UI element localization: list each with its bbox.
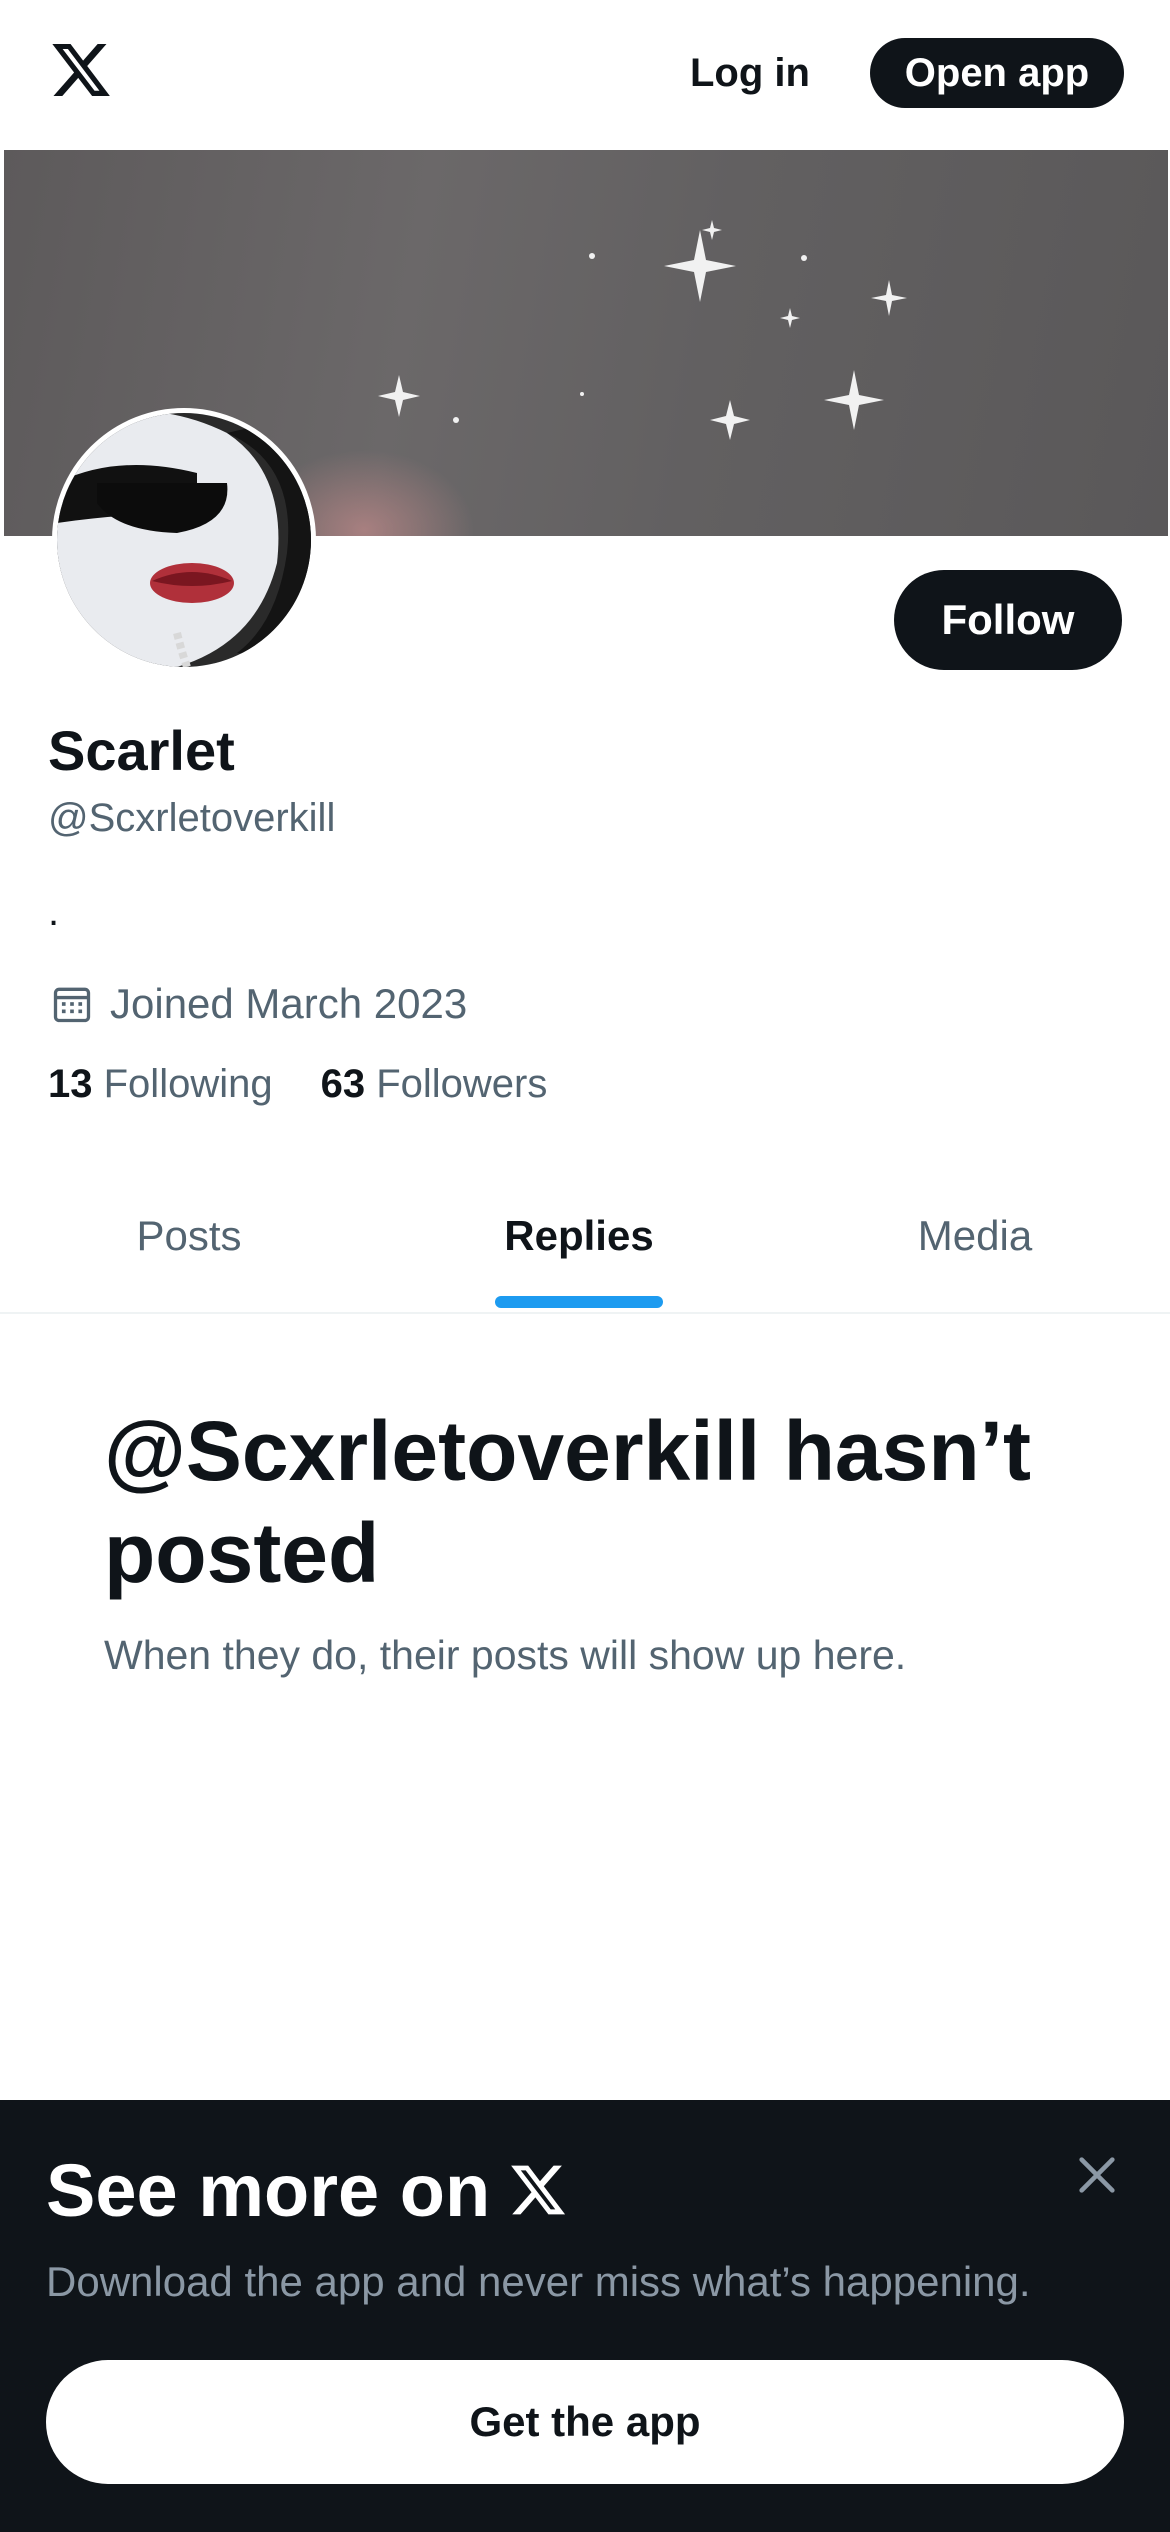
calendar-icon [53, 987, 91, 1023]
profile-handle: @Scxrletoverkill [48, 796, 336, 840]
avatar-image [57, 413, 311, 667]
x-logo-icon[interactable] [48, 38, 114, 102]
sheet-title-text: See more on [46, 2148, 491, 2232]
empty-state-subtitle: When they do, their posts will show up h… [104, 1632, 907, 1678]
sheet-subtitle: Download the app and never miss what’s h… [46, 2258, 1031, 2305]
open-app-button[interactable]: Open app [870, 38, 1124, 108]
login-link[interactable]: Log in [690, 42, 810, 104]
followers-link[interactable]: 63 Followers [321, 1062, 548, 1106]
tab-posts[interactable]: Posts [0, 1160, 378, 1312]
profile-avatar[interactable] [52, 408, 316, 672]
followers-label: Followers [376, 1062, 548, 1106]
x-logo-icon [511, 2165, 566, 2215]
follow-stats: 13 Following 63 Followers [48, 1062, 547, 1107]
profile-tabs: Posts Replies Media [0, 1160, 1170, 1314]
joined-text: Joined March 2023 [110, 980, 468, 1027]
profile-name: Scarlet [48, 719, 235, 782]
get-app-button[interactable]: Get the app [46, 2360, 1124, 2484]
follow-button[interactable]: Follow [894, 570, 1122, 670]
close-icon[interactable] [1074, 2152, 1120, 2198]
tab-replies[interactable]: Replies [380, 1160, 778, 1312]
following-label: Following [103, 1062, 273, 1106]
joined-date: Joined March 2023 [50, 976, 467, 1032]
followers-count: 63 [320, 1062, 366, 1106]
following-count: 13 [48, 1062, 93, 1106]
sheet-title: See more on [46, 2140, 568, 2240]
empty-state-title: @Scxrletoverkill hasn’t posted [104, 1404, 1031, 1600]
top-bar: Log in Open app [0, 0, 1170, 150]
profile-bio: . [48, 890, 60, 934]
tab-media[interactable]: Media [780, 1160, 1170, 1312]
active-tab-indicator [495, 1296, 663, 1308]
following-link[interactable]: 13 Following [48, 1062, 273, 1106]
